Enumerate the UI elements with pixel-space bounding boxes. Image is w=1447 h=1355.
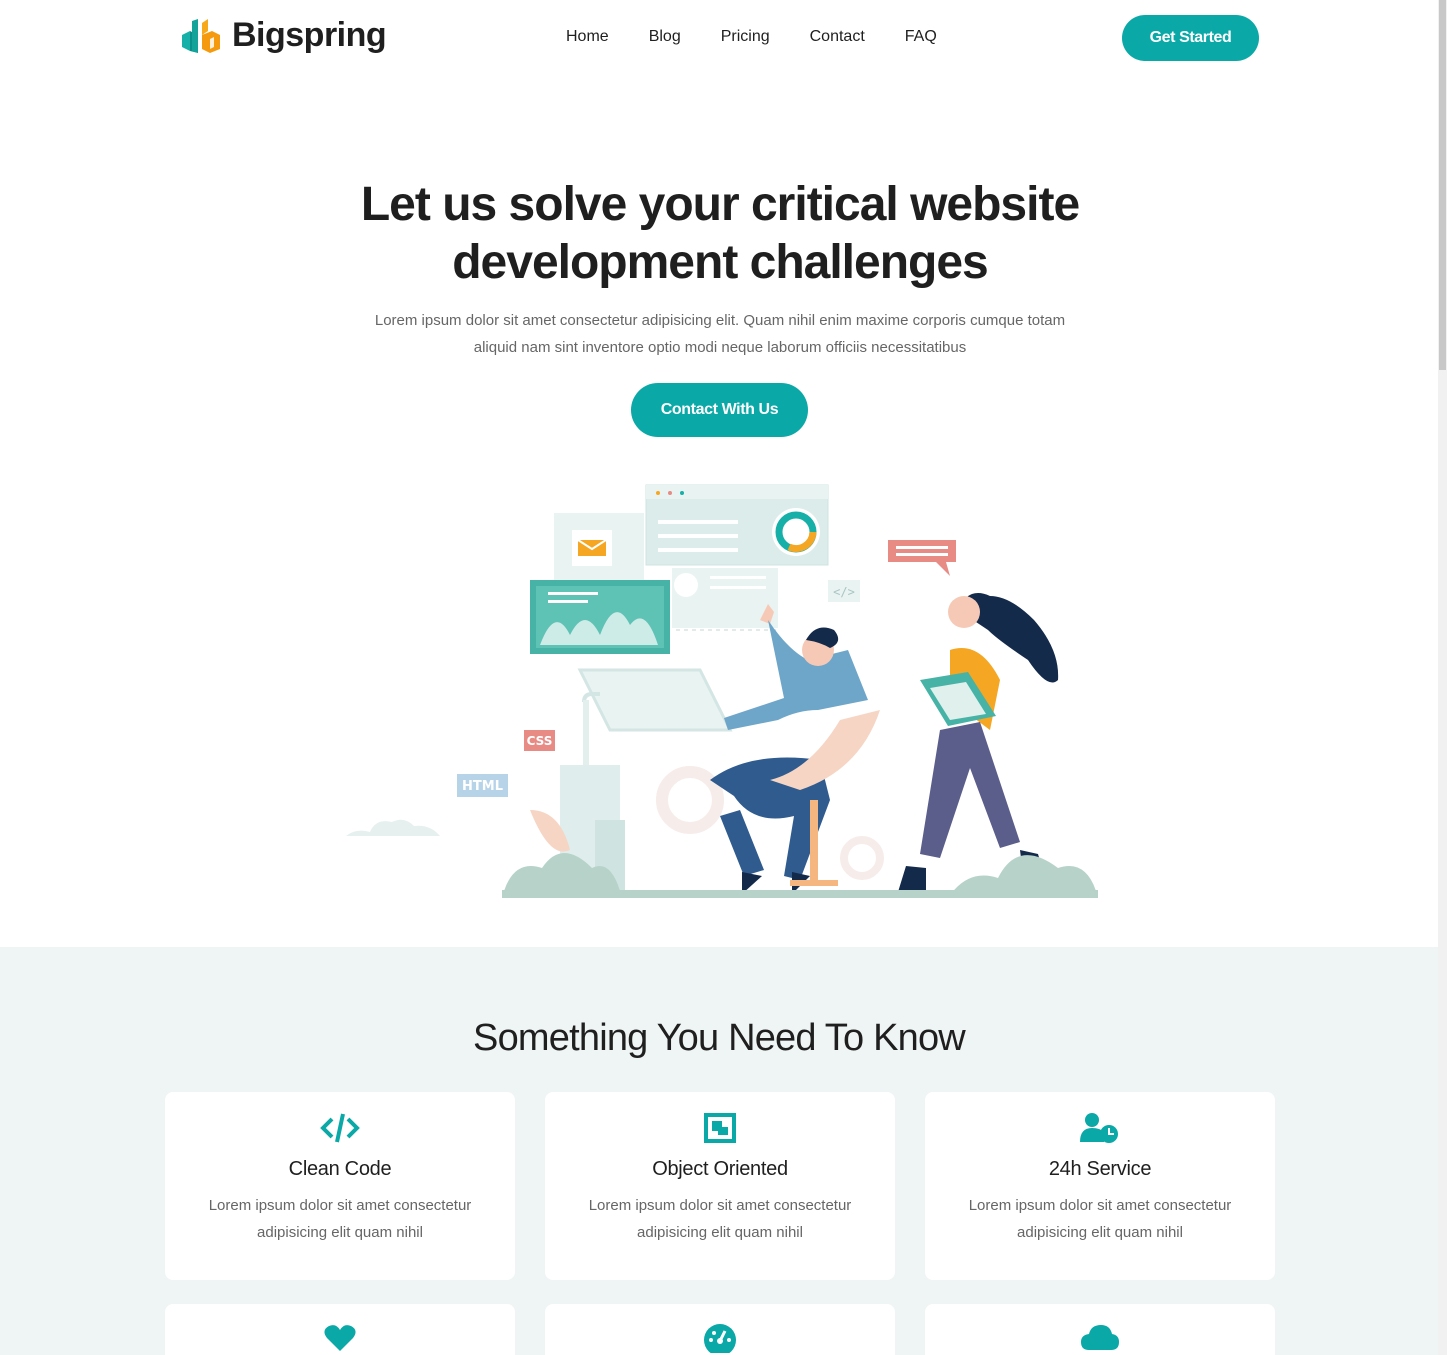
scrollbar-thumb[interactable]	[1439, 0, 1446, 370]
heart-icon	[320, 1320, 360, 1355]
feature-title: Object Oriented	[652, 1158, 788, 1180]
feature-card	[925, 1304, 1275, 1355]
main-nav: Home Blog Pricing Contact FAQ	[566, 28, 937, 46]
nav-contact[interactable]: Contact	[810, 28, 865, 46]
feature-card	[165, 1304, 515, 1355]
speedometer-icon	[700, 1320, 740, 1355]
cloud-icon	[1080, 1320, 1120, 1355]
hero-title: Let us solve your critical website devel…	[360, 178, 1080, 289]
page-scrollbar[interactable]	[1438, 0, 1447, 1355]
brand-name: Bigspring	[232, 16, 387, 54]
css-tag: CSS	[527, 734, 553, 748]
feature-card: 24h Service Lorem ipsum dolor sit amet c…	[925, 1092, 1275, 1280]
feature-card: Object Oriented Lorem ipsum dolor sit am…	[545, 1092, 895, 1280]
site-header: Bigspring Home Blog Pricing Contact FAQ …	[0, 0, 1438, 78]
feature-card	[545, 1304, 895, 1355]
nav-faq[interactable]: FAQ	[905, 28, 937, 46]
feature-card: Clean Code Lorem ipsum dolor sit amet co…	[165, 1092, 515, 1280]
nav-blog[interactable]: Blog	[649, 28, 681, 46]
feature-text: Lorem ipsum dolor sit amet consectetur a…	[968, 1197, 1232, 1241]
feature-text: Lorem ipsum dolor sit amet consectetur a…	[588, 1197, 852, 1241]
object-icon	[700, 1110, 740, 1146]
brand-logo[interactable]: Bigspring	[180, 16, 387, 55]
code-icon	[320, 1110, 360, 1146]
nav-pricing[interactable]: Pricing	[721, 28, 770, 46]
get-started-button[interactable]: Get Started	[1122, 15, 1259, 61]
feature-text: Lorem ipsum dolor sit amet consectetur a…	[208, 1197, 472, 1241]
hero-illustration: </> CSS HTML	[346, 484, 1098, 898]
html-tag: HTML	[462, 779, 503, 794]
feature-title: Clean Code	[288, 1158, 392, 1180]
features-title: Something You Need To Know	[473, 1017, 966, 1059]
logo-icon	[182, 18, 220, 53]
contact-with-us-button[interactable]: Contact With Us	[631, 383, 808, 437]
feature-title: 24h Service	[1048, 1158, 1152, 1180]
features-section: Something You Need To Know Clean Code Lo…	[0, 947, 1438, 1355]
user-clock-icon	[1080, 1110, 1120, 1146]
nav-home[interactable]: Home	[566, 28, 609, 46]
code-tag: </>	[833, 585, 855, 599]
hero-description: Lorem ipsum dolor sit amet consectetur a…	[374, 312, 1066, 356]
